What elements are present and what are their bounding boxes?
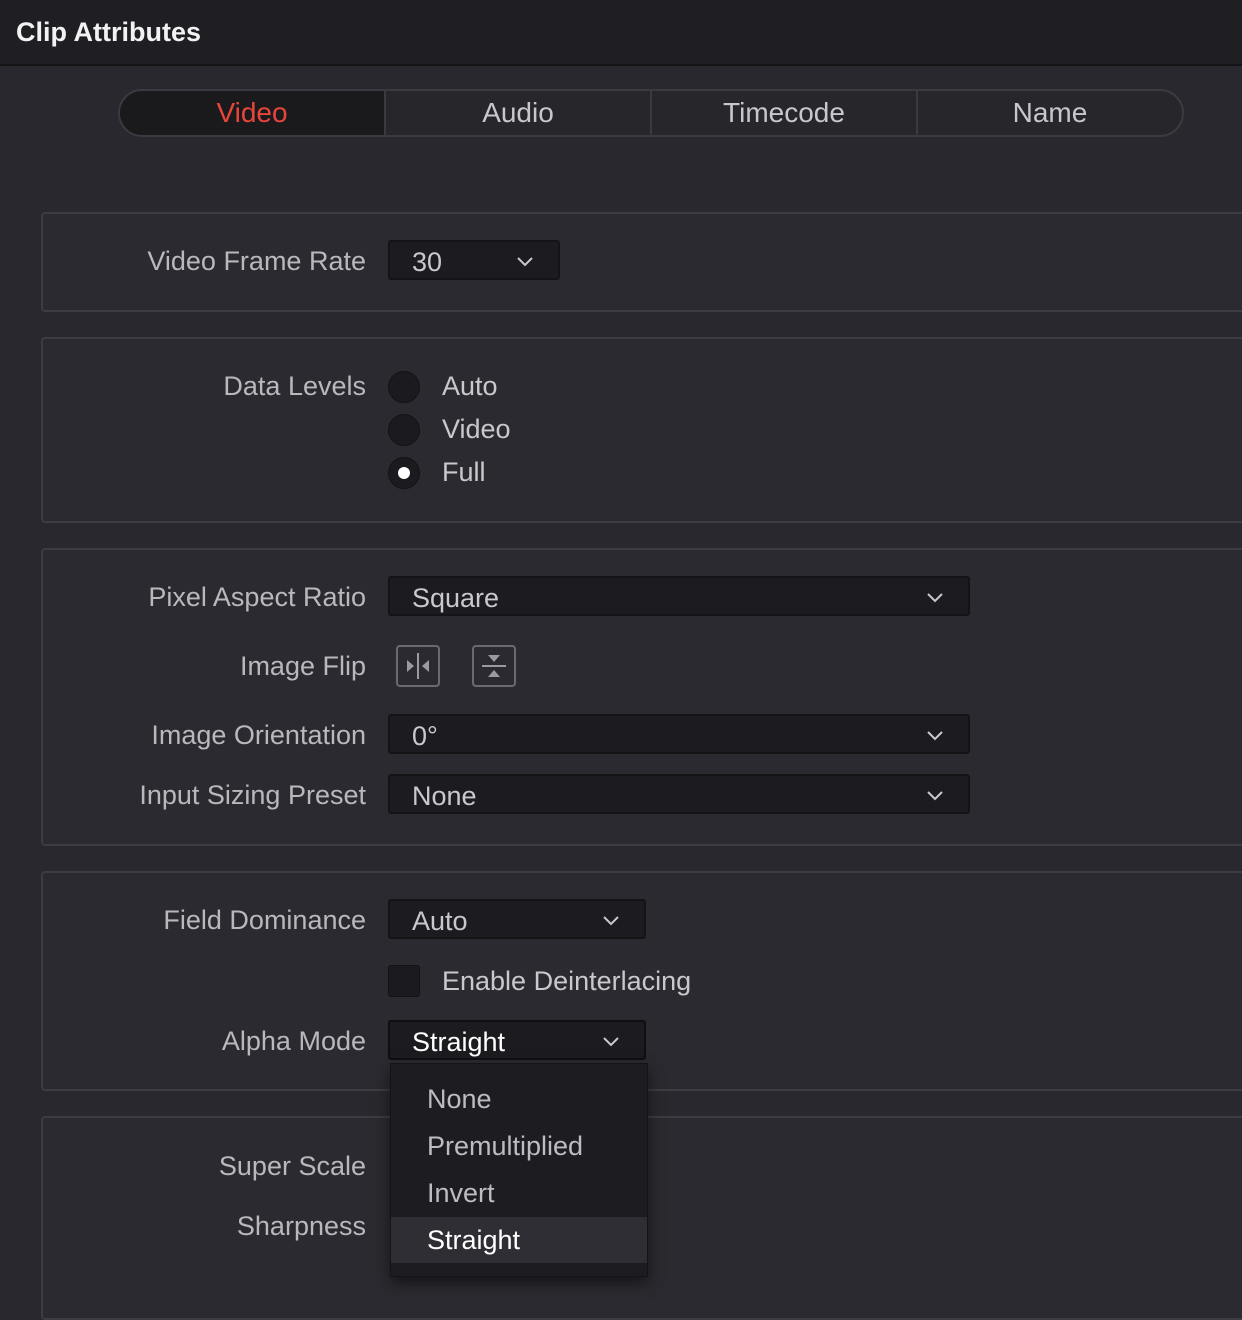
data-levels-full-label: Full	[442, 457, 486, 487]
chevron-down-icon	[602, 1032, 620, 1050]
flip-vertical-icon	[474, 655, 514, 689]
data-levels-video-label: Video	[442, 414, 511, 444]
image-orientation-label: Image Orientation	[151, 720, 366, 750]
chevron-down-icon	[926, 786, 944, 804]
input-sizing-preset-label: Input Sizing Preset	[139, 780, 366, 810]
field-dominance-label: Field Dominance	[163, 905, 366, 935]
data-levels-auto-radio[interactable]	[388, 371, 420, 403]
tab-timecode[interactable]: Timecode	[650, 91, 916, 135]
super-scale-label: Super Scale	[218, 1151, 366, 1181]
flip-horizontal-button[interactable]	[396, 645, 440, 687]
tab-audio[interactable]: Audio	[384, 91, 650, 135]
pixel-aspect-ratio-label: Pixel Aspect Ratio	[148, 582, 366, 612]
video-frame-rate-label: Video Frame Rate	[147, 246, 366, 276]
alpha-mode-value: Straight	[412, 1027, 506, 1057]
input-sizing-preset-value: None	[412, 781, 477, 811]
title-bar: Clip Attributes	[0, 0, 1242, 66]
video-frame-rate-dropdown[interactable]: 30	[388, 240, 560, 280]
field-dominance-dropdown[interactable]: Auto	[388, 899, 646, 939]
video-frame-rate-value: 30	[412, 247, 443, 277]
tab-bar: Video Audio Timecode Name	[118, 89, 1184, 137]
data-levels-label: Data Levels	[223, 371, 366, 401]
enable-deinterlacing-label: Enable Deinterlacing	[442, 966, 692, 996]
chevron-down-icon	[516, 252, 534, 270]
sharpness-label: Sharpness	[236, 1211, 366, 1241]
tab-video[interactable]: Video	[120, 91, 384, 135]
field-dominance-value: Auto	[412, 906, 468, 936]
tab-name[interactable]: Name	[916, 91, 1182, 135]
image-flip-label: Image Flip	[239, 651, 366, 681]
image-orientation-value: 0°	[412, 721, 438, 751]
flip-vertical-button[interactable]	[472, 645, 516, 687]
alpha-mode-option-none[interactable]: None	[391, 1076, 647, 1122]
data-levels-auto-label: Auto	[442, 371, 498, 401]
data-levels-video-radio[interactable]	[388, 414, 420, 446]
window-title: Clip Attributes	[16, 17, 201, 47]
alpha-mode-dropdown[interactable]: Straight	[388, 1020, 646, 1060]
alpha-mode-option-straight[interactable]: Straight	[391, 1217, 647, 1263]
chevron-down-icon	[926, 726, 944, 744]
chevron-down-icon	[602, 911, 620, 929]
alpha-mode-menu: None Premultiplied Invert Straight	[390, 1063, 648, 1277]
input-sizing-preset-dropdown[interactable]: None	[388, 774, 970, 814]
enable-deinterlacing-checkbox[interactable]	[388, 965, 420, 997]
alpha-mode-option-invert[interactable]: Invert	[391, 1170, 647, 1216]
pixel-aspect-ratio-value: Square	[412, 583, 500, 613]
alpha-mode-option-premultiplied[interactable]: Premultiplied	[391, 1123, 647, 1169]
flip-horizontal-icon	[398, 653, 438, 689]
pixel-aspect-ratio-dropdown[interactable]: Square	[388, 576, 970, 616]
data-levels-full-radio[interactable]	[388, 457, 420, 489]
data-levels-group	[41, 337, 1242, 523]
image-orientation-dropdown[interactable]: 0°	[388, 714, 970, 754]
alpha-mode-label: Alpha Mode	[221, 1026, 366, 1056]
chevron-down-icon	[926, 588, 944, 606]
